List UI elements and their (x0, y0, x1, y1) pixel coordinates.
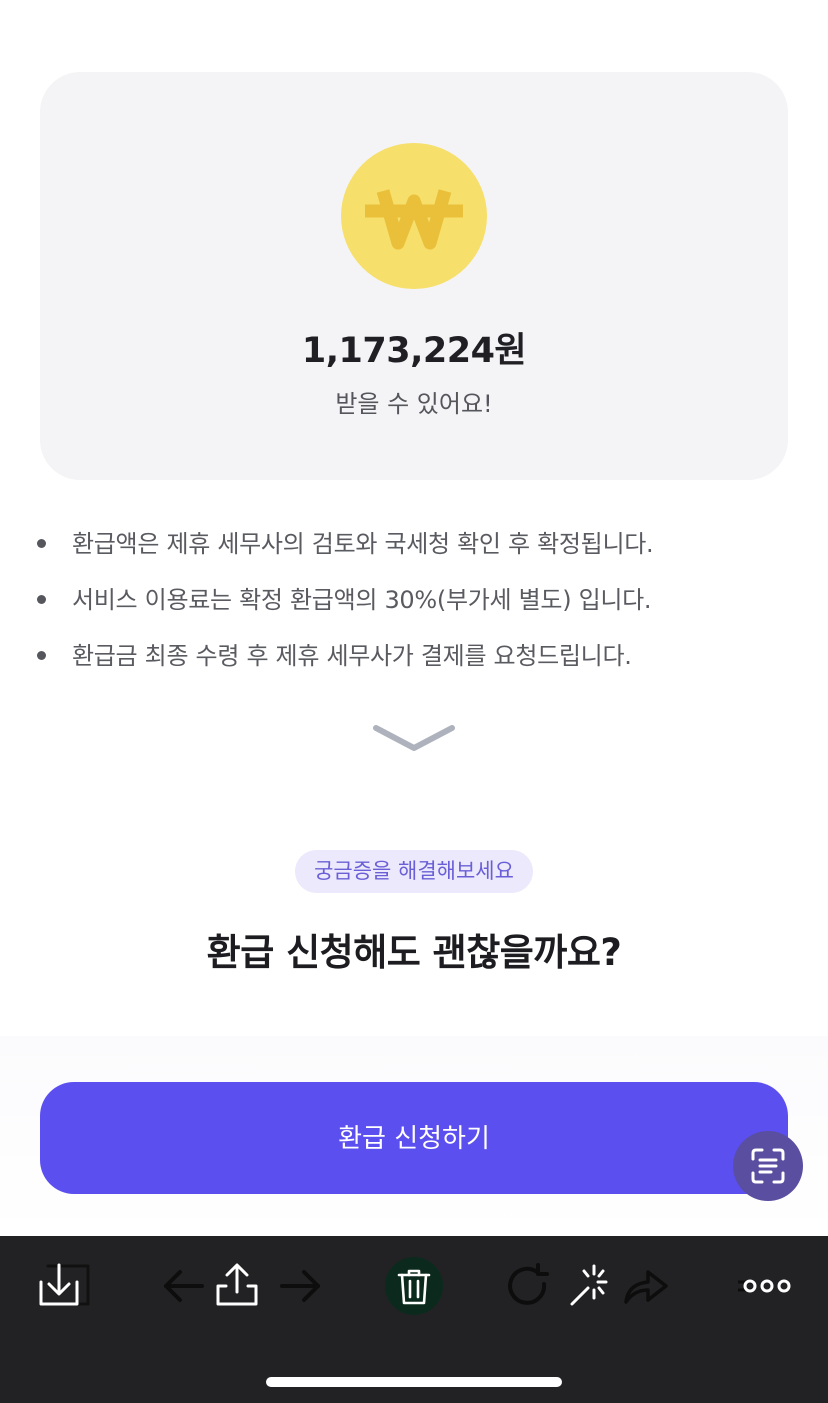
rotate-icon[interactable] (504, 1262, 552, 1314)
more-icon[interactable] (736, 1272, 794, 1304)
home-indicator (266, 1377, 562, 1387)
back-arrow-icon[interactable] (160, 1264, 206, 1312)
trash-icon[interactable] (384, 1256, 444, 1320)
refund-subtitle: 받을 수 있어요! (335, 390, 493, 418)
redo-icon[interactable] (622, 1264, 670, 1312)
forward-arrow-icon[interactable] (278, 1264, 324, 1312)
text-scan-icon[interactable] (733, 1131, 803, 1201)
chevron-down-icon[interactable] (372, 722, 456, 760)
bullet-icon (37, 539, 46, 548)
won-coin-icon (341, 143, 487, 289)
apply-refund-button[interactable]: 환급 신청하기 (40, 1082, 788, 1194)
bullet-icon (37, 595, 46, 604)
faq-question: 환급 신청해도 괜찮을까요? (206, 931, 622, 974)
notice-item: 서비스 이용료는 확정 환급액의 30%(부가세 별도) 입니다. (72, 586, 652, 614)
magic-icon[interactable] (568, 1262, 614, 1312)
bullet-icon (37, 651, 46, 660)
share-icon[interactable] (214, 1262, 260, 1312)
notice-item: 환급액은 제휴 세무사의 검토와 국세청 확인 후 확정됩니다. (72, 530, 654, 558)
notice-item: 환급금 최종 수령 후 제휴 세무사가 결제를 요청드립니다. (72, 642, 632, 670)
faq-tag: 궁금증을 해결해보세요 (295, 850, 533, 893)
refund-amount: 1,173,224원 (301, 331, 527, 371)
download-icon[interactable] (36, 1260, 94, 1314)
